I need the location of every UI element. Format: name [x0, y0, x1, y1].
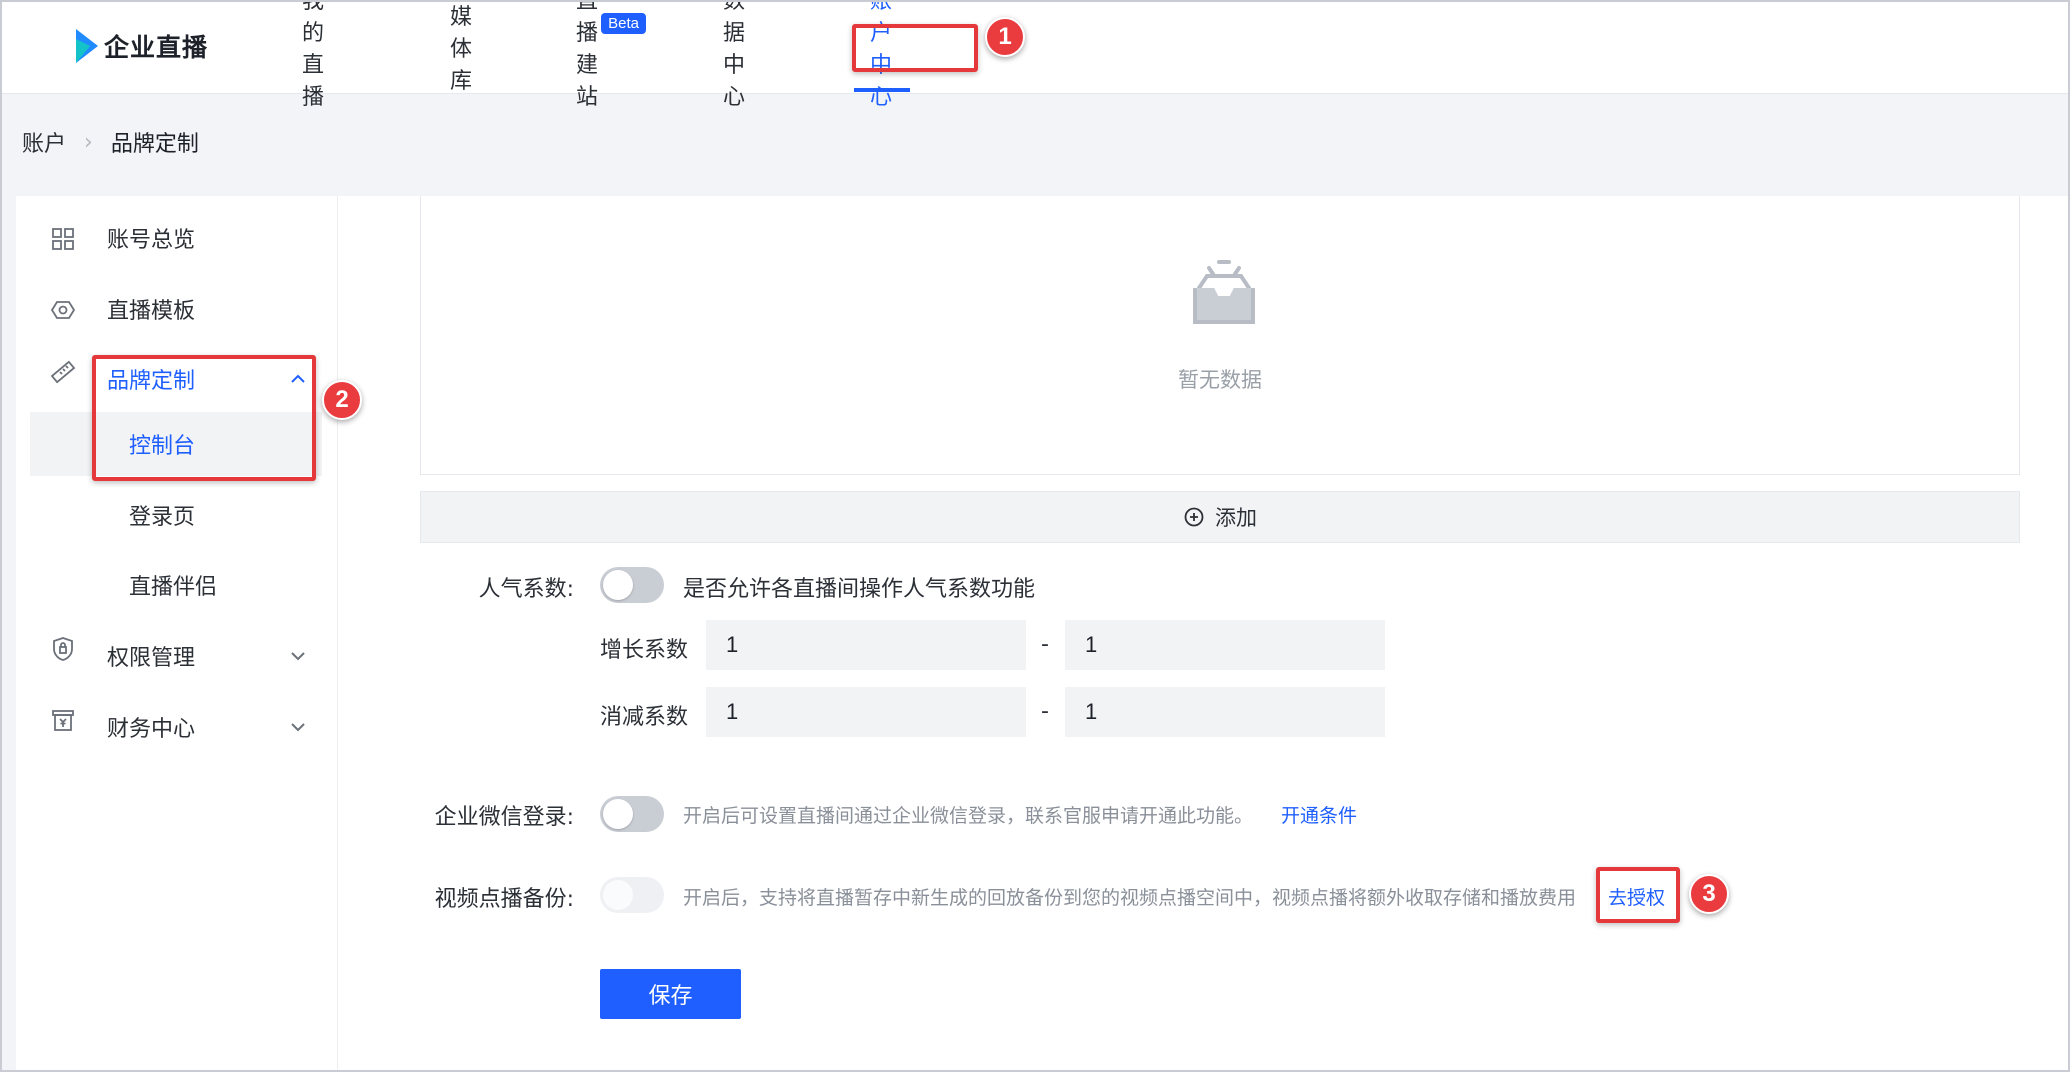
wecom-login-switch[interactable] [600, 796, 664, 832]
sidebar: 账号总览 直播模板 品牌定制 控制台 登录页 直播伴侣 权限管理 财务中心 [16, 196, 338, 1072]
sidebar-subitem-console[interactable]: 控制台 [30, 412, 322, 476]
activation-conditions-link[interactable]: 开通条件 [1281, 801, 1357, 828]
nav-account-center[interactable]: 账户中心 [854, 0, 911, 110]
sidebar-item-permissions[interactable]: 权限管理 [30, 624, 322, 688]
plus-circle-icon [1183, 506, 1205, 528]
sidebar-subitem-label: 登录页 [129, 505, 196, 530]
decay-min-input[interactable] [706, 687, 1026, 737]
chevron-up-icon [288, 369, 308, 389]
range-separator: - [1041, 699, 1049, 724]
sidebar-item-brand-custom[interactable]: 品牌定制 [30, 347, 322, 411]
vod-backup-switch[interactable] [600, 877, 664, 913]
beta-badge: Beta [601, 13, 647, 34]
ruler-icon [50, 359, 76, 385]
growth-max-input[interactable] [1065, 620, 1385, 670]
active-tab-underline [854, 88, 911, 92]
popularity-switch-text: 是否允许各直播间操作人气系数功能 [683, 577, 1036, 602]
save-button[interactable]: 保存 [600, 969, 741, 1019]
sidebar-item-label: 直播模板 [107, 299, 196, 324]
growth-min-input[interactable] [706, 620, 1026, 670]
switch-knob [603, 880, 633, 910]
sidebar-item-label: 品牌定制 [107, 369, 196, 394]
nav-label: 数据中心 [723, 0, 746, 110]
nav-media-library[interactable]: 媒体库 [448, 0, 474, 94]
callout-number: 3 [1689, 874, 1729, 914]
top-navigation-bar: 企业直播 我的直播 媒体库 直播建站 Beta 数据中心 账户中心 [0, 0, 2070, 110]
shield-lock-icon [50, 636, 76, 662]
nav-label: 直播建站 [576, 0, 599, 110]
logo-icon [76, 29, 98, 63]
sidebar-item-finance[interactable]: 财务中心 [30, 695, 322, 759]
decay-max-input[interactable] [1065, 687, 1385, 737]
nav-data-center[interactable]: 数据中心 [721, 0, 747, 110]
breadcrumb-root[interactable]: 账户 [22, 126, 66, 158]
template-icon [50, 297, 76, 323]
empty-inbox-icon [1189, 260, 1259, 326]
nav-label: 媒体库 [450, 5, 473, 94]
nav-site-builder[interactable]: 直播建站 Beta [574, 0, 647, 110]
switch-knob [603, 799, 633, 829]
wecom-login-hint: 开启后可设置直播间通过企业微信登录，联系官服申请开通此功能。 [683, 805, 1254, 827]
nav-label: 账户中心 [870, 0, 893, 110]
decay-label: 消减系数 [600, 705, 689, 730]
sidebar-subitem-login-page[interactable]: 登录页 [30, 483, 322, 547]
app-logo[interactable]: 企业直播 [76, 28, 208, 64]
add-label: 添加 [1215, 506, 1257, 530]
popularity-switch[interactable] [600, 567, 664, 603]
growth-label: 增长系数 [600, 638, 689, 663]
chevron-down-icon [288, 717, 308, 737]
callout-number: 2 [322, 380, 362, 420]
switch-knob [603, 570, 633, 600]
empty-list-box: 暂无数据 [420, 196, 2020, 475]
sidebar-item-live-template[interactable]: 直播模板 [30, 277, 322, 341]
grid-icon [50, 226, 76, 252]
range-separator: - [1041, 632, 1049, 657]
wecom-login-label: 企业微信登录: [434, 805, 574, 830]
sidebar-subitem-label: 直播伴侣 [129, 575, 218, 600]
sidebar-item-label: 账号总览 [107, 228, 196, 253]
nav-label: 我的直播 [302, 0, 325, 110]
nav-my-live[interactable]: 我的直播 [300, 0, 326, 110]
chevron-down-icon [288, 646, 308, 666]
empty-state-text: 暂无数据 [1178, 368, 1262, 392]
wallet-icon [50, 707, 76, 733]
breadcrumb: 账户 › 品牌定制 [22, 126, 199, 158]
authorize-link[interactable]: 去授权 [1608, 883, 1665, 910]
vod-backup-hint: 开启后，支持将直播暂存中新生成的回放备份到您的视频点播空间中，视频点播将额外收取… [683, 887, 1577, 909]
sidebar-subitem-live-companion[interactable]: 直播伴侣 [30, 553, 322, 617]
sidebar-item-label: 财务中心 [107, 717, 196, 742]
chevron-right-icon: › [84, 129, 93, 155]
popularity-label: 人气系数: [478, 577, 574, 602]
sidebar-item-label: 权限管理 [107, 646, 196, 671]
vod-backup-label: 视频点播备份: [434, 887, 574, 912]
callout-number: 1 [985, 17, 1025, 57]
sidebar-subitem-label: 控制台 [129, 434, 196, 459]
sidebar-item-account-overview[interactable]: 账号总览 [30, 206, 322, 270]
breadcrumb-current: 品牌定制 [110, 132, 199, 157]
add-button[interactable]: 添加 [420, 491, 2020, 543]
logo-text: 企业直播 [104, 33, 209, 62]
